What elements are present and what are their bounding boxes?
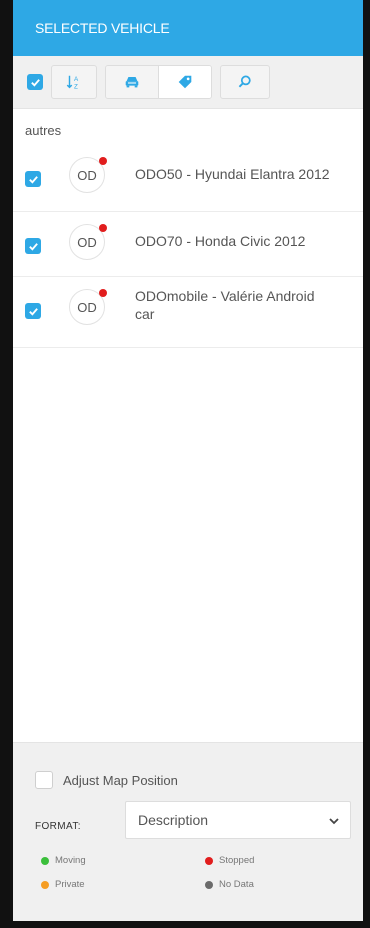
vehicle-label: ODO70 - Honda Civic 2012 xyxy=(135,233,306,249)
selected-vehicle-panel: SELECTED VEHICLE A Z autres OD ODO50 - H… xyxy=(13,0,363,921)
car-view-button[interactable] xyxy=(106,66,158,98)
right-edge xyxy=(363,0,370,928)
vehicle-avatar: OD xyxy=(69,157,107,193)
stopped-dot-icon xyxy=(205,856,213,865)
format-select-value: Description xyxy=(138,812,209,828)
status-dot xyxy=(99,289,107,297)
vehicle-item[interactable]: OD ODO70 - Honda Civic 2012 xyxy=(13,212,363,277)
vehicle-checkbox[interactable] xyxy=(25,171,41,187)
vehicle-item[interactable]: OD ODO50 - Hyundai Elantra 2012 xyxy=(13,145,363,212)
select-all-checkbox[interactable] xyxy=(27,74,43,90)
legend-label: Stopped xyxy=(219,855,255,866)
avatar-initials: OD xyxy=(77,167,97,183)
check-icon xyxy=(30,78,40,87)
check-icon xyxy=(28,175,38,184)
vehicle-label: ODO50 - Hyundai Elantra 2012 xyxy=(135,166,330,182)
vehicle-checkbox[interactable] xyxy=(25,303,41,319)
vehicle-label-line2: car xyxy=(135,306,155,322)
group-title: autres xyxy=(25,123,62,138)
legend-item-no-data: No Data xyxy=(205,879,254,890)
legend-item-private: Private xyxy=(41,879,85,890)
vehicle-list: OD ODO50 - Hyundai Elantra 2012 OD ODO70… xyxy=(13,145,363,348)
vehicle-label: ODOmobile - Valérie Android car xyxy=(135,287,314,323)
vehicle-checkbox[interactable] xyxy=(25,238,41,254)
search-icon xyxy=(238,75,251,88)
svg-text:Z: Z xyxy=(74,83,78,90)
legend-item-stopped: Stopped xyxy=(205,855,254,866)
panel-title: SELECTED VEHICLE xyxy=(35,20,170,36)
vehicle-avatar: OD xyxy=(69,224,107,260)
toolbar: A Z xyxy=(13,56,363,109)
car-icon xyxy=(125,77,139,88)
adjust-map-option[interactable]: Adjust Map Position xyxy=(35,771,178,789)
adjust-map-checkbox[interactable] xyxy=(35,771,53,789)
vehicle-avatar: OD xyxy=(69,289,107,325)
legend-label: Moving xyxy=(55,855,86,866)
sort-alpha-icon: A Z xyxy=(66,75,79,90)
chevron-down-icon xyxy=(329,818,339,825)
sort-button[interactable]: A Z xyxy=(51,65,97,99)
moving-dot-icon xyxy=(41,856,49,865)
format-select[interactable]: Description xyxy=(125,801,351,839)
legend-label: No Data xyxy=(219,879,254,890)
adjust-map-label: Adjust Map Position xyxy=(63,772,178,788)
legend-label: Private xyxy=(55,879,85,890)
view-toggle-group xyxy=(105,65,212,99)
check-icon xyxy=(28,307,38,316)
no-data-dot-icon xyxy=(205,880,213,889)
private-dot-icon xyxy=(41,880,49,889)
panel-header: SELECTED VEHICLE xyxy=(13,0,363,56)
check-icon xyxy=(28,242,38,251)
vehicle-item[interactable]: OD ODOmobile - Valérie Android car xyxy=(13,277,363,348)
avatar-initials: OD xyxy=(77,234,97,250)
panel-footer: Adjust Map Position FORMAT: Description … xyxy=(13,742,363,921)
vehicle-label-line1: ODOmobile - Valérie Android xyxy=(135,288,315,304)
left-edge xyxy=(0,0,13,928)
status-dot xyxy=(99,224,107,232)
tag-view-button[interactable] xyxy=(158,66,211,98)
legend-item-moving: Moving xyxy=(41,855,86,866)
tag-icon xyxy=(178,75,192,89)
avatar-initials: OD xyxy=(77,299,97,315)
format-label: FORMAT: xyxy=(35,821,81,832)
bottom-edge xyxy=(0,920,370,928)
status-dot xyxy=(99,157,107,165)
search-button[interactable] xyxy=(220,65,270,99)
svg-text:A: A xyxy=(74,76,79,83)
